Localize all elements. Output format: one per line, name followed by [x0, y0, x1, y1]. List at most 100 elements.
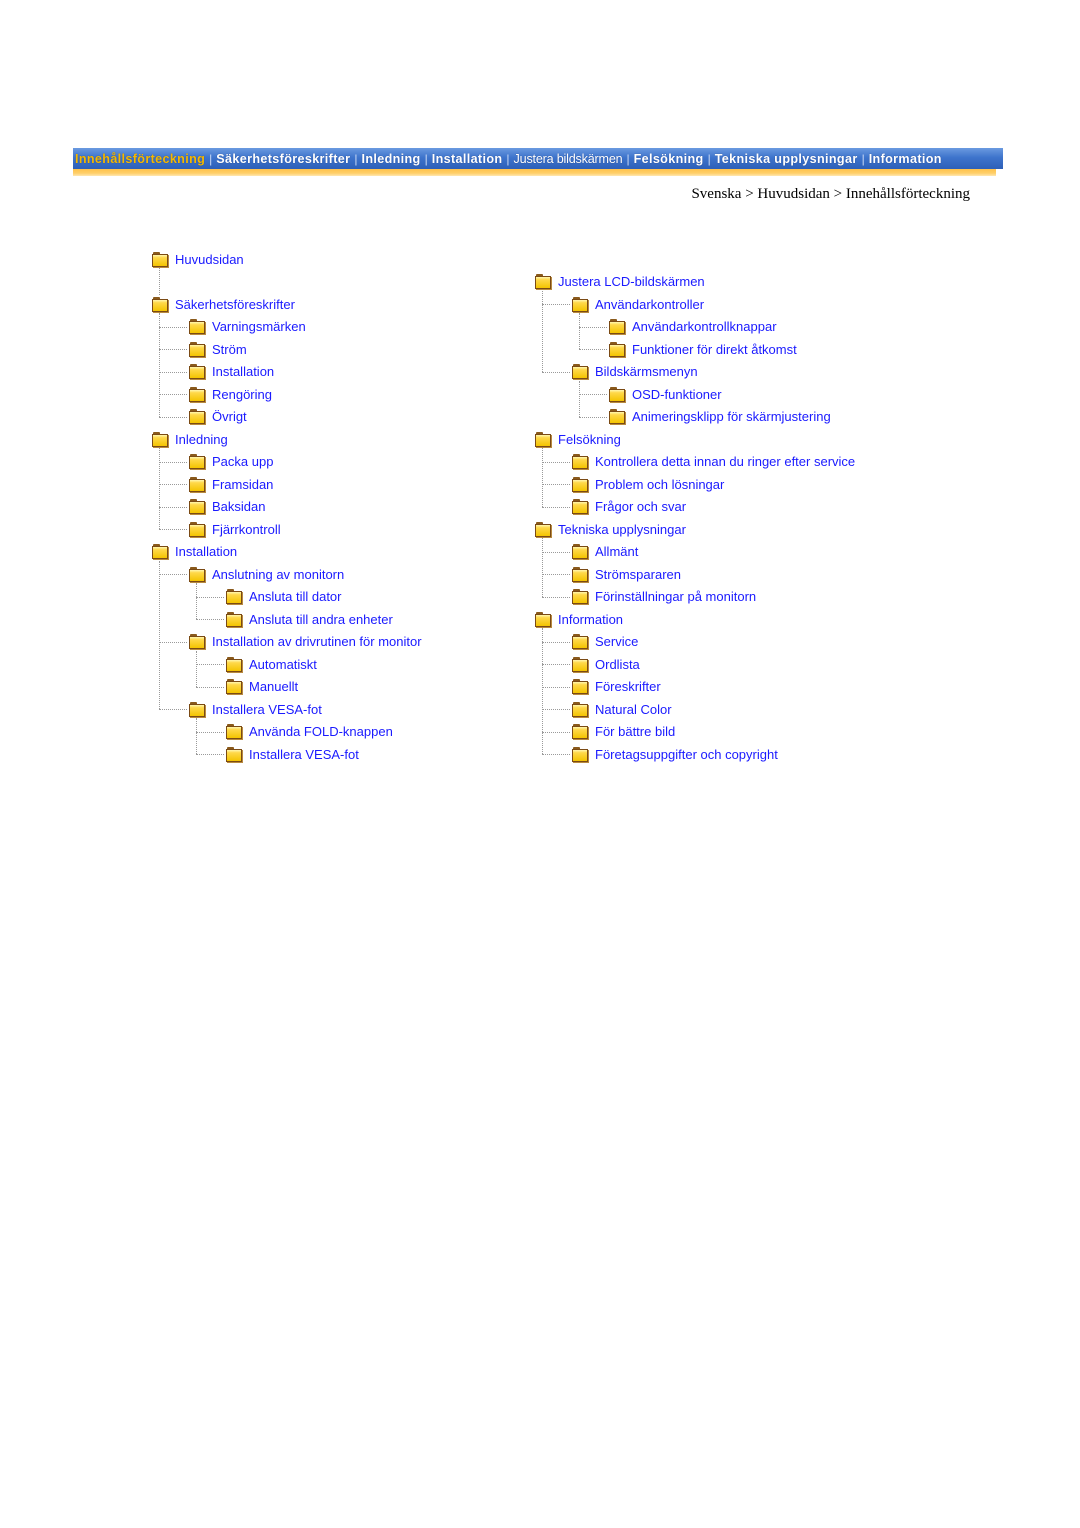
tree-item[interactable]: Baksidan [189, 497, 265, 517]
tree-item[interactable]: Användarkontrollknappar [609, 317, 777, 337]
tree-item-link[interactable]: Använda FOLD-knappen [249, 724, 393, 739]
tree-item-link[interactable]: Ström [212, 342, 247, 357]
tree-item[interactable]: Huvudsidan [152, 249, 244, 269]
folder-icon [226, 589, 242, 604]
tree-item[interactable]: Packa upp [189, 452, 273, 472]
tree-item-link[interactable]: Huvudsidan [175, 252, 244, 267]
tree-item[interactable]: Installation av drivrutinen för monitor [189, 632, 422, 652]
tree-item[interactable]: Animeringsklipp för skärmjustering [609, 407, 831, 427]
tree-item-link[interactable]: Framsidan [212, 477, 273, 492]
tree-item[interactable]: Information [535, 609, 623, 629]
tree-item-link[interactable]: Varningsmärken [212, 319, 306, 334]
nav-tab-3[interactable]: Installation [430, 152, 505, 166]
nav-tab-6[interactable]: Tekniska upplysningar [713, 152, 860, 166]
tree-item[interactable]: Allmänt [572, 542, 638, 562]
tree-item[interactable]: Användarkontroller [572, 294, 704, 314]
tree-item[interactable]: Tekniska upplysningar [535, 519, 686, 539]
tree-item[interactable]: Installation [152, 542, 237, 562]
tree-item-link[interactable]: Manuellt [249, 679, 298, 694]
tree-item[interactable]: Kontrollera detta innan du ringer efter … [572, 452, 855, 472]
nav-separator: | [506, 151, 510, 166]
tree-item-link[interactable]: Installation [175, 544, 237, 559]
tree-item[interactable]: Fjärrkontroll [189, 519, 281, 539]
tree-item[interactable]: Övrigt [189, 407, 247, 427]
tree-item[interactable]: Manuellt [226, 677, 298, 697]
tree-item-link[interactable]: Justera LCD-bildskärmen [558, 274, 705, 289]
tree-item[interactable]: Bildskärmsmenyn [572, 362, 698, 382]
tree-item-link[interactable]: Information [558, 612, 623, 627]
tree-item[interactable]: OSD-funktioner [609, 384, 722, 404]
tree-item-link[interactable]: Automatiskt [249, 657, 317, 672]
tree-item-link[interactable]: Allmänt [595, 544, 638, 559]
tree-item[interactable]: Ordlista [572, 654, 640, 674]
tree-item-link[interactable]: Natural Color [595, 702, 672, 717]
tree-item-link[interactable]: Packa upp [212, 454, 273, 469]
tree-item-link[interactable]: Ansluta till dator [249, 589, 342, 604]
tree-item-link[interactable]: Strömspararen [595, 567, 681, 582]
tree-item-link[interactable]: OSD-funktioner [632, 387, 722, 402]
tree-item-link[interactable]: Föreskrifter [595, 679, 661, 694]
tree-item[interactable]: Installera VESA-fot [189, 699, 322, 719]
tree-item-link[interactable]: Service [595, 634, 638, 649]
tree-item[interactable]: Problem och lösningar [572, 474, 724, 494]
tree-item-link[interactable]: Inledning [175, 432, 228, 447]
tree-item-link[interactable]: Förinställningar på monitorn [595, 589, 756, 604]
tree-item[interactable]: Ansluta till dator [226, 587, 342, 607]
tree-item-link[interactable]: Ansluta till andra enheter [249, 612, 393, 627]
tree-item[interactable]: Anslutning av monitorn [189, 564, 344, 584]
tree-item[interactable]: Säkerhetsföreskrifter [152, 294, 295, 314]
tree-item-link[interactable]: Övrigt [212, 409, 247, 424]
tree-item-link[interactable]: För bättre bild [595, 724, 675, 739]
tree-item[interactable]: Service [572, 632, 638, 652]
nav-tab-2[interactable]: Inledning [359, 152, 422, 166]
tree-item-link[interactable]: Säkerhetsföreskrifter [175, 297, 295, 312]
tree-item[interactable]: Föreskrifter [572, 677, 661, 697]
tree-item-link[interactable]: Installation [212, 364, 274, 379]
breadcrumb-item-huvudsidan[interactable]: Huvudsidan [757, 186, 830, 202]
tree-item[interactable]: Automatiskt [226, 654, 317, 674]
tree-item[interactable]: Felsökning [535, 429, 621, 449]
nav-tab-1[interactable]: Säkerhetsföreskrifter [214, 152, 352, 166]
tree-item-link[interactable]: Installera VESA-fot [249, 747, 359, 762]
tree-item[interactable]: Förinställningar på monitorn [572, 587, 756, 607]
nav-tab-7[interactable]: Information [867, 152, 944, 166]
tree-item[interactable]: Frågor och svar [572, 497, 686, 517]
tree-item-link[interactable]: Företagsuppgifter och copyright [595, 747, 778, 762]
tree-item[interactable]: Ström [189, 339, 247, 359]
tree-item-link[interactable]: Funktioner för direkt åtkomst [632, 342, 797, 357]
nav-tab-0[interactable]: Innehållsförteckning [73, 152, 207, 166]
tree-item[interactable]: Inledning [152, 429, 228, 449]
tree-item-link[interactable]: Fjärrkontroll [212, 522, 281, 537]
tree-item-link[interactable]: Användarkontroller [595, 297, 704, 312]
tree-item-link[interactable]: Frågor och svar [595, 499, 686, 514]
tree-item[interactable]: Strömspararen [572, 564, 681, 584]
tree-item-link[interactable]: Problem och lösningar [595, 477, 724, 492]
tree-item-link[interactable]: Tekniska upplysningar [558, 522, 686, 537]
tree-item[interactable]: Framsidan [189, 474, 273, 494]
tree-item[interactable]: Natural Color [572, 699, 672, 719]
tree-item[interactable]: Varningsmärken [189, 317, 306, 337]
tree-item-link[interactable]: Användarkontrollknappar [632, 319, 777, 334]
tree-item-link[interactable]: Installera VESA-fot [212, 702, 322, 717]
tree-item-link[interactable]: Felsökning [558, 432, 621, 447]
tree-item-link[interactable]: Installation av drivrutinen för monitor [212, 634, 422, 649]
tree-item[interactable]: Rengöring [189, 384, 272, 404]
tree-item[interactable]: Installation [189, 362, 274, 382]
tree-item[interactable]: Installera VESA-fot [226, 744, 359, 764]
tree-item[interactable]: För bättre bild [572, 722, 675, 742]
tree-item[interactable]: Ansluta till andra enheter [226, 609, 393, 629]
breadcrumb-item-svenska[interactable]: Svenska [691, 186, 741, 202]
tree-item[interactable]: Använda FOLD-knappen [226, 722, 393, 742]
tree-item-link[interactable]: Bildskärmsmenyn [595, 364, 698, 379]
tree-item-link[interactable]: Rengöring [212, 387, 272, 402]
tree-item-link[interactable]: Ordlista [595, 657, 640, 672]
tree-item[interactable]: Justera LCD-bildskärmen [535, 272, 705, 292]
tree-item-link[interactable]: Kontrollera detta innan du ringer efter … [595, 454, 855, 469]
nav-tab-4[interactable]: Justera bildskärmen [512, 152, 625, 166]
tree-item[interactable]: Företagsuppgifter och copyright [572, 744, 778, 764]
tree-item-link[interactable]: Anslutning av monitorn [212, 567, 344, 582]
tree-item[interactable]: Funktioner för direkt åtkomst [609, 339, 797, 359]
tree-item-link[interactable]: Baksidan [212, 499, 265, 514]
nav-tab-5[interactable]: Felsökning [632, 152, 706, 166]
tree-item-link[interactable]: Animeringsklipp för skärmjustering [632, 409, 831, 424]
